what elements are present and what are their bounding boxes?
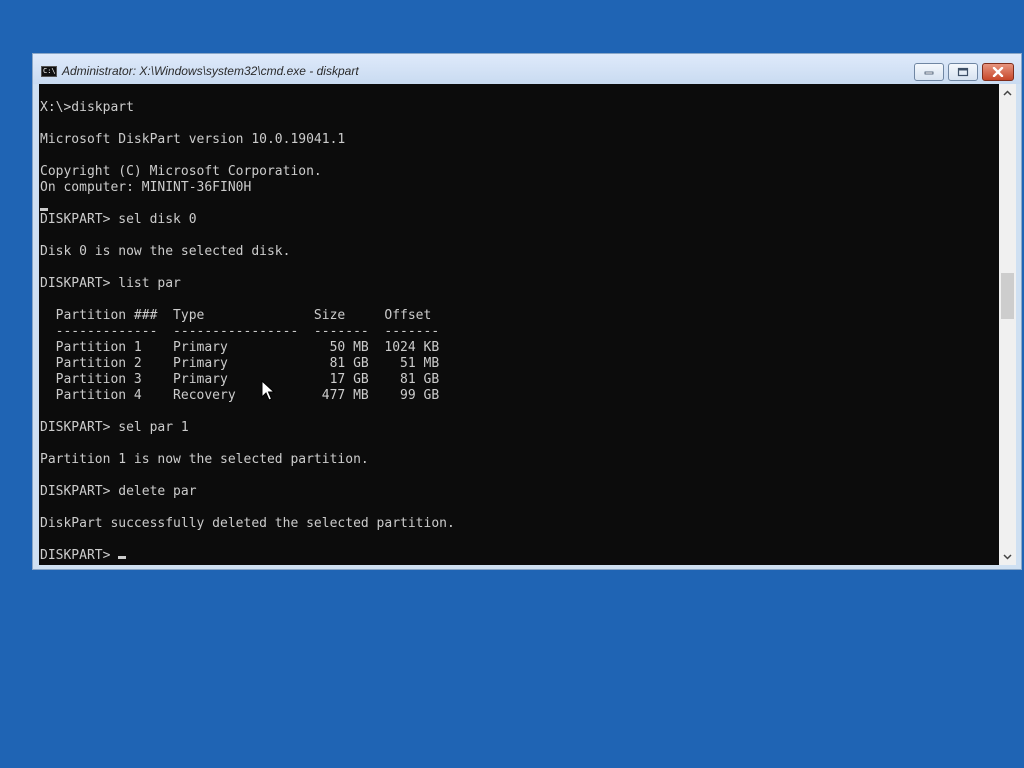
console-line: DISKPART> list par: [40, 276, 999, 292]
console-line-text: DISKPART> sel disk 0: [40, 212, 197, 227]
console-line: DISKPART> delete par: [40, 484, 999, 500]
console-line-text: Partition 4 Recovery 477 MB 99 GB: [40, 388, 440, 403]
console-line: DISKPART> sel par 1: [40, 420, 999, 436]
console-line-text: Partition 1 is now the selected partitio…: [40, 452, 369, 467]
console-line: Partition 2 Primary 81 GB 51 MB: [40, 356, 999, 372]
title-bar[interactable]: C:\ Administrator: X:\Windows\system32\c…: [33, 54, 1021, 84]
cmd-icon[interactable]: C:\: [41, 66, 57, 77]
console-line-text: DiskPart successfully deleted the select…: [40, 516, 455, 531]
console-line: Partition 1 Primary 50 MB 1024 KB: [40, 340, 999, 356]
scrollbar-thumb[interactable]: [1001, 273, 1014, 319]
console-line-text: Disk 0 is now the selected disk.: [40, 244, 291, 259]
console-line-text: DISKPART> sel par 1: [40, 420, 189, 435]
console-line-text: Microsoft DiskPart version 10.0.19041.1: [40, 132, 346, 147]
console-line-text: DISKPART> list par: [40, 276, 181, 291]
console-line-text: DISKPART> delete par: [40, 484, 197, 499]
console-line-text: Partition 1 Primary 50 MB 1024 KB: [40, 340, 440, 355]
console-line: Copyright (C) Microsoft Corporation.: [40, 164, 999, 180]
minimize-icon: [924, 71, 934, 75]
console-line-text: On computer: MININT-36FIN0H: [40, 180, 252, 195]
vertical-scrollbar[interactable]: [999, 84, 1016, 565]
console-line-text: Partition ### Type Size Offset: [40, 308, 432, 323]
console-line: DISKPART> sel disk 0: [40, 212, 999, 228]
console-output[interactable]: X:\>diskpart Microsoft DiskPart version 1…: [39, 84, 999, 565]
console-line: On computer: MININT-36FIN0H: [40, 180, 999, 196]
maximize-icon: [957, 67, 969, 77]
console-line-text: DISKPART>: [40, 548, 119, 563]
scroll-up-arrow-icon: [1003, 89, 1012, 96]
console-line: Microsoft DiskPart version 10.0.19041.1: [40, 132, 999, 148]
console-line: Partition 4 Recovery 477 MB 99 GB: [40, 388, 999, 404]
console-line-text: Partition 3 Primary 17 GB 81 GB: [40, 372, 440, 387]
maximize-button[interactable]: [948, 63, 978, 81]
console-line-text: ------------- ---------------- ------- -…: [40, 324, 440, 339]
console-line: Partition ### Type Size Offset: [40, 308, 999, 324]
console-line: DISKPART>: [40, 548, 999, 564]
console-line-text: Partition 2 Primary 81 GB 51 MB: [40, 356, 440, 371]
scroll-down-button[interactable]: [999, 548, 1016, 565]
cmd-window[interactable]: C:\ Administrator: X:\Windows\system32\c…: [32, 53, 1022, 570]
console-line: ------------- ---------------- ------- -…: [40, 324, 999, 340]
console-line: Partition 3 Primary 17 GB 81 GB: [40, 372, 999, 388]
console-line: X:\>diskpart: [40, 100, 999, 116]
console-line: Disk 0 is now the selected disk.: [40, 244, 999, 260]
window-title: Administrator: X:\Windows\system32\cmd.e…: [62, 64, 359, 78]
console-caret-artifact: [40, 208, 48, 211]
minimize-button[interactable]: [914, 63, 944, 81]
mouse-pointer-icon: [261, 380, 275, 401]
console-line: DiskPart successfully deleted the select…: [40, 516, 999, 532]
close-button[interactable]: [982, 63, 1014, 81]
console-line-text: X:\>diskpart: [40, 100, 134, 115]
close-icon: [992, 67, 1004, 77]
text-cursor: [118, 556, 127, 559]
scroll-down-arrow-icon: [1003, 553, 1012, 560]
desktop-background: C:\ Administrator: X:\Windows\system32\c…: [0, 0, 1024, 768]
console-line: Partition 1 is now the selected partitio…: [40, 452, 999, 468]
console-area[interactable]: X:\>diskpart Microsoft DiskPart version 1…: [39, 84, 999, 565]
console-line-text: Copyright (C) Microsoft Corporation.: [40, 164, 322, 179]
scroll-up-button[interactable]: [999, 84, 1016, 101]
